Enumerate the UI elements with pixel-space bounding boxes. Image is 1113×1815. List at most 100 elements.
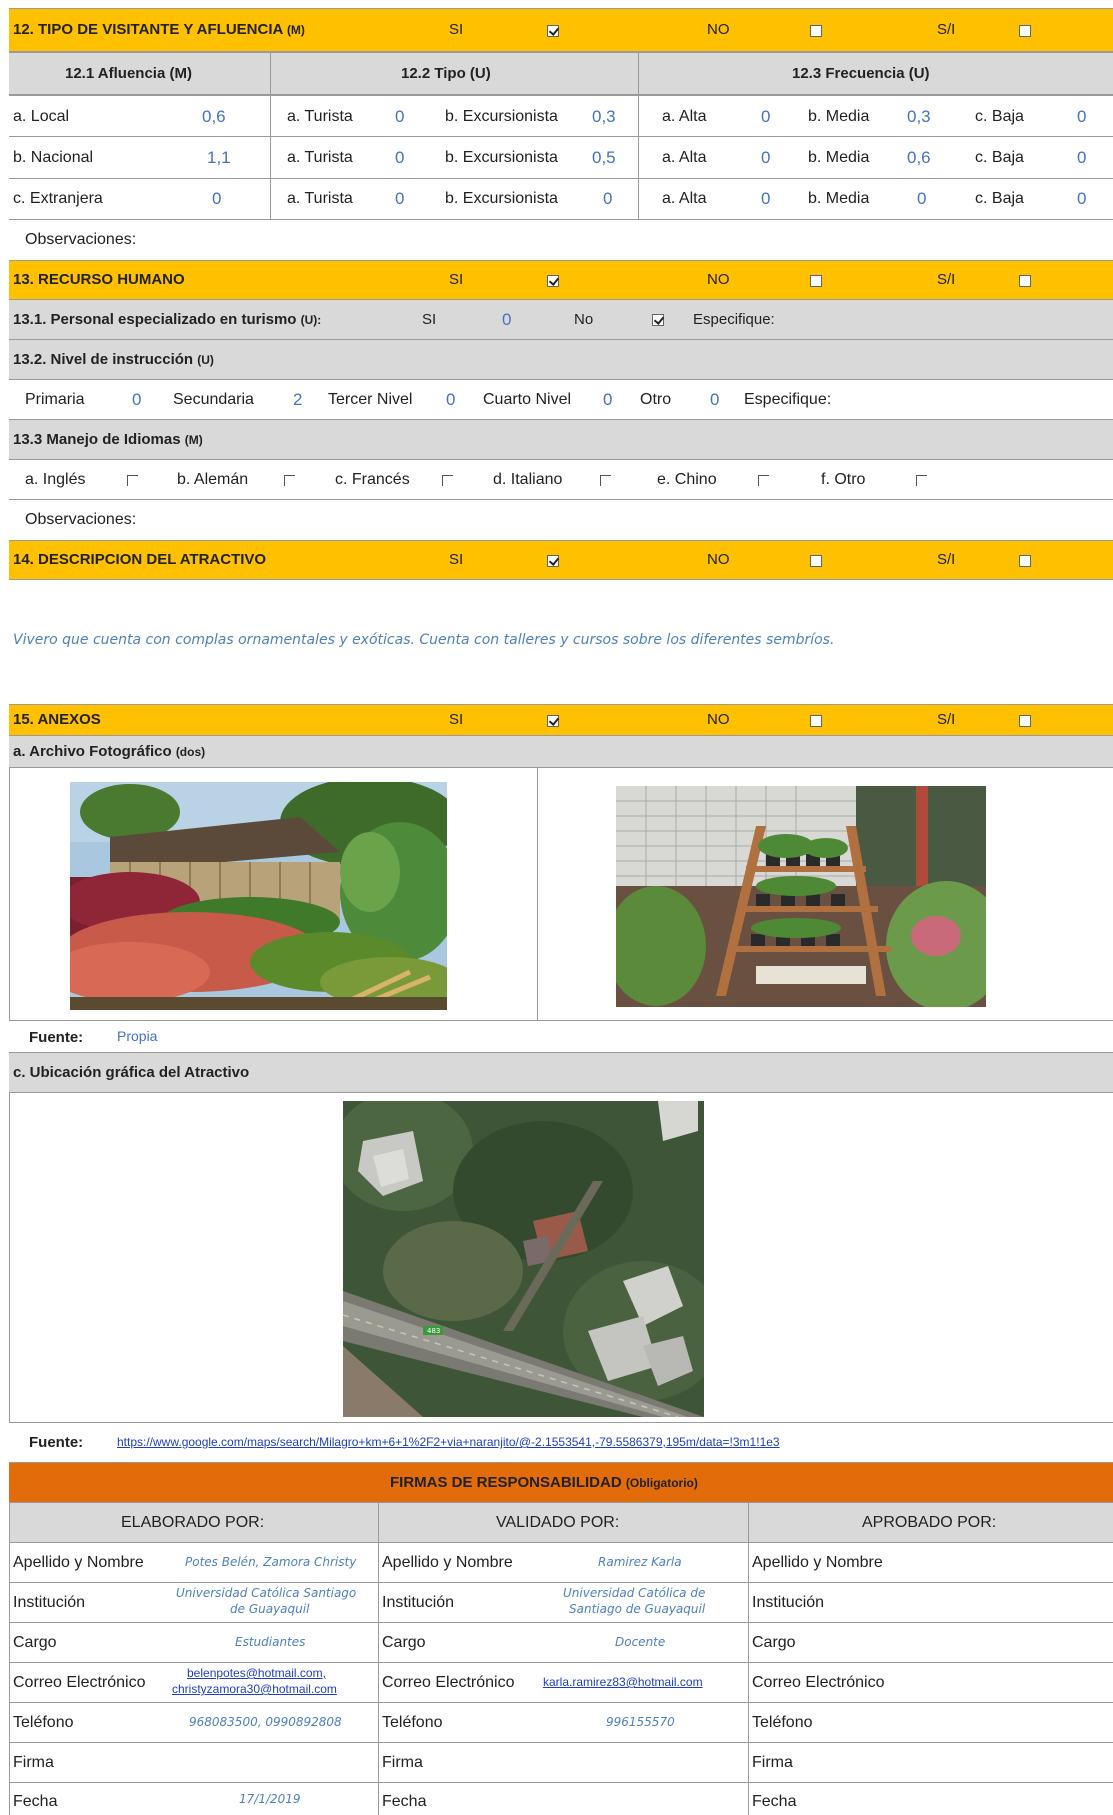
elaborado-cargo: Estudiantes	[235, 1635, 306, 1649]
idiomas-label: 13.3 Manejo de Idiomas	[13, 431, 181, 448]
validado-institucion-line2: Santiago de Guayaquil	[569, 1602, 706, 1616]
excursionista-label: b. Excursionista	[445, 108, 558, 125]
validado-telefono: 996155570	[606, 1715, 675, 1729]
turista-label: a. Turista	[287, 190, 353, 207]
personal-no-checkbox[interactable]	[652, 314, 664, 326]
firmas-title: FIRMAS DE RESPONSABILIDAD	[390, 1474, 622, 1491]
media-value: 0	[917, 189, 927, 208]
fuente-map-label: Fuente:	[29, 1434, 84, 1451]
firma-label: Firma	[752, 1754, 793, 1771]
ubicacion-header: c. Ubicación gráfica del Atractivo	[9, 1053, 1113, 1093]
section-13-si-label: SI	[449, 271, 464, 288]
section-12-header: 12. TIPO DE VISITANTE Y AFLUENCIA (M) SI…	[9, 8, 1113, 52]
origin-label: b. Nacional	[13, 149, 94, 166]
validado-correo[interactable]: karla.ramirez83@hotmail.com	[543, 1675, 703, 1689]
fuente-map-link[interactable]: https://www.google.com/maps/search/Milag…	[117, 1435, 780, 1449]
section-12-si-checkbox[interactable]	[547, 25, 559, 37]
firmas-row-cargo: Cargo Estudiantes Cargo Docente Cargo	[9, 1623, 1113, 1663]
section-12-si-mark-checkbox[interactable]	[1019, 25, 1031, 37]
origin-label: a. Local	[13, 108, 70, 125]
section-15-si-checkbox[interactable]	[547, 715, 559, 727]
idiomas-header: 13.3 Manejo de Idiomas (M)	[9, 420, 1113, 460]
section-13-si-mark-label: S/I	[937, 271, 956, 288]
section-14-si-label: SI	[449, 551, 464, 568]
elaborado-nombre: Potes Belén, Zamora Christy	[185, 1555, 357, 1569]
photo-nursery-garden	[70, 782, 447, 1010]
fecha-label: Fecha	[13, 1793, 58, 1810]
section-15-si-label: SI	[449, 711, 464, 728]
divider	[638, 52, 639, 220]
elaborado-fecha: 17/1/2019	[239, 1792, 301, 1806]
excursionista-label: b. Excursionista	[445, 190, 558, 207]
validado-nombre: Ramirez Karla	[598, 1555, 682, 1569]
satellite-map[interactable]: 483	[343, 1101, 704, 1417]
validado-cargo: Docente	[615, 1635, 666, 1649]
turista-label: a. Turista	[287, 108, 353, 125]
divider	[270, 52, 271, 220]
section-14-no-checkbox[interactable]	[810, 555, 822, 567]
section-12-title-suffix: (M)	[286, 23, 305, 37]
idioma-frances-checkbox[interactable]	[442, 475, 453, 486]
media-label: b. Media	[808, 108, 870, 125]
nivel-instruccion-row: Primaria 0 Secundaria 2 Tercer Nivel 0 C…	[9, 380, 1113, 420]
nombre-label: Apellido y Nombre	[382, 1554, 513, 1571]
section-14-description-area: Vivero que cuenta con complas ornamental…	[9, 580, 1113, 704]
nivel-secundaria-label: Secundaria	[173, 391, 254, 408]
excursionista-value: 0,5	[592, 148, 616, 167]
photo-plant-shelf	[616, 786, 986, 1007]
excursionista-value: 0,3	[592, 107, 616, 126]
correo-label: Correo Electrónico	[752, 1674, 885, 1691]
validado-header: VALIDADO POR:	[496, 1514, 620, 1531]
nivel-primaria-label: Primaria	[25, 391, 85, 408]
origin-label: c. Extranjera	[13, 190, 103, 207]
section-15-no-checkbox[interactable]	[810, 715, 822, 727]
section-13-si-mark-checkbox[interactable]	[1019, 275, 1031, 287]
nivel-secundaria-value: 2	[293, 390, 303, 409]
turista-value: 0	[395, 189, 405, 208]
personal-si-label: SI	[422, 311, 437, 328]
idioma-chino-checkbox[interactable]	[758, 475, 769, 486]
nivel-otro-value: 0	[710, 390, 720, 409]
firmas-column-headers: ELABORADO POR: VALIDADO POR: APROBADO PO…	[9, 1503, 1113, 1543]
elaborado-correo-line1[interactable]: belenpotes@hotmail.com,	[187, 1666, 326, 1680]
section-14-si-mark-checkbox[interactable]	[1019, 555, 1031, 567]
correo-label: Correo Electrónico	[13, 1674, 146, 1691]
personal-especifique-label: Especifique:	[693, 311, 775, 328]
baja-label: c. Baja	[975, 149, 1024, 166]
alta-label: a. Alta	[662, 108, 707, 125]
idioma-italiano-checkbox[interactable]	[600, 475, 611, 486]
idioma-aleman-checkbox[interactable]	[284, 475, 295, 486]
nivel-cuarto-label: Cuarto Nivel	[483, 391, 572, 408]
elaborado-correo-line2[interactable]: christyzamora30@hotmail.com	[172, 1682, 337, 1696]
idioma-ingles-checkbox[interactable]	[127, 475, 138, 486]
idioma-aleman-label: b. Alemán	[177, 471, 249, 488]
nombre-label: Apellido y Nombre	[752, 1554, 883, 1571]
section-13-no-checkbox[interactable]	[810, 275, 822, 287]
section-12-no-checkbox[interactable]	[810, 25, 822, 37]
nivel-tercer-label: Tercer Nivel	[328, 391, 413, 408]
nivel-otro-label: Otro	[640, 391, 672, 408]
map-road-label: 483	[427, 1327, 440, 1335]
section-12-title-text: 12. TIPO DE VISITANTE Y AFLUENCIA	[13, 21, 283, 38]
idioma-otro-checkbox[interactable]	[916, 475, 927, 486]
section-14-si-checkbox[interactable]	[547, 555, 559, 567]
section-15-si-mark-checkbox[interactable]	[1019, 715, 1031, 727]
turista-value: 0	[395, 148, 405, 167]
afluencia-header: 12.1 Afluencia (M)	[65, 65, 192, 82]
alta-value: 0	[761, 189, 771, 208]
idiomas-suffix: (M)	[184, 433, 203, 447]
photo-plant-shelf-image	[616, 786, 986, 1007]
baja-label: c. Baja	[975, 108, 1024, 125]
section-14-si-mark-label: S/I	[937, 551, 956, 568]
idioma-frances-label: c. Francés	[335, 471, 410, 488]
satellite-map-image: 483	[343, 1101, 704, 1417]
section-13-si-checkbox[interactable]	[547, 275, 559, 287]
origin-value: 1,1	[207, 148, 231, 167]
personal-no-label: No	[574, 311, 594, 328]
section-12-si-mark-label: S/I	[937, 21, 956, 38]
table-row: c. Extranjera 0 a. Turista 0 b. Excursio…	[9, 179, 1113, 220]
turista-label: a. Turista	[287, 149, 353, 166]
section-12-column-headers: 12.1 Afluencia (M) 12.2 Tipo (U) 12.3 Fr…	[9, 52, 1113, 95]
firmas-row-institucion: Institución Universidad Católica Santiag…	[9, 1583, 1113, 1623]
section-12-si-label: SI	[449, 21, 464, 38]
